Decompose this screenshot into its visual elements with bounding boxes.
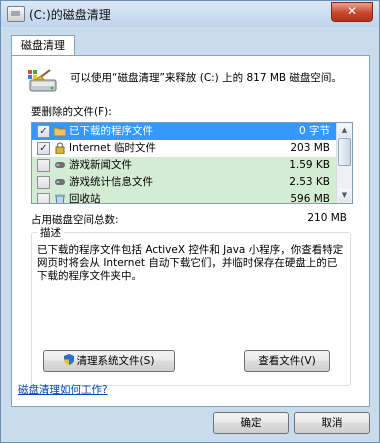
view-files-button[interactable]: 查看文件(V) — [244, 350, 330, 372]
checkbox[interactable] — [37, 159, 50, 172]
recycle-bin-icon — [55, 194, 65, 203]
disk-cleanup-app-icon — [7, 6, 25, 22]
clean-system-files-label: 清理系统文件(S) — [76, 355, 155, 367]
file-name: 游戏统计信息文件 — [69, 176, 153, 188]
file-size: 596 MB — [290, 193, 330, 204]
file-size: 1.59 KB — [289, 159, 330, 171]
scroll-down-arrow-icon[interactable]: ▼ — [338, 189, 351, 202]
scrollbar-thumb[interactable] — [338, 138, 351, 166]
list-item[interactable]: 游戏新闻文件 1.59 KB — [32, 157, 336, 174]
checkbox[interactable] — [37, 193, 50, 203]
description-text: 已下载的程序文件包括 ActiveX 控件和 Java 小程序，你查看特定网页时… — [37, 244, 344, 282]
list-item[interactable]: ✓ 已下载的程序文件 0 字节 — [32, 123, 336, 140]
total-space-value: 210 MB — [307, 212, 347, 224]
help-link[interactable]: 磁盘清理如何工作? — [18, 382, 108, 397]
drive-broom-icon — [28, 69, 57, 92]
clean-system-files-button[interactable]: 清理系统文件(S) — [43, 350, 175, 372]
list-item[interactable]: 游戏统计信息文件 2.53 KB — [32, 174, 336, 191]
title-bar[interactable]: (C:)的磁盘清理 ✕ — [1, 1, 379, 27]
scroll-up-arrow-icon[interactable]: ▲ — [338, 124, 351, 137]
file-name: 已下载的程序文件 — [69, 125, 153, 137]
list-item[interactable]: ✓ Internet 临时文件 203 MB — [32, 140, 336, 157]
list-scrollbar[interactable]: ▲ ▼ — [336, 123, 352, 203]
folder-icon — [54, 127, 66, 137]
intro-text: 可以使用“磁盘清理”来释放 (C:) 上的 817 MB 磁盘空间。 — [70, 72, 342, 84]
file-size: 2.53 KB — [289, 176, 330, 188]
list-item[interactable]: 回收站 596 MB — [32, 191, 336, 204]
file-size: 0 字节 — [298, 125, 330, 137]
window-title: (C:)的磁盘清理 — [29, 8, 111, 22]
checkbox[interactable] — [37, 176, 50, 189]
ok-button[interactable]: 确定 — [213, 412, 289, 434]
description-title: 描述 — [37, 225, 64, 240]
file-name: 回收站 — [69, 193, 101, 204]
file-size: 203 MB — [290, 142, 330, 154]
tab-disk-cleanup[interactable]: 磁盘清理 — [11, 35, 75, 56]
lock-icon — [55, 142, 65, 154]
tab-panel: 可以使用“磁盘清理”来释放 (C:) 上的 817 MB 磁盘空间。 要删除的文… — [11, 55, 370, 407]
uac-shield-icon — [63, 354, 74, 365]
file-name: 游戏新闻文件 — [69, 159, 132, 171]
files-to-delete-label: 要删除的文件(F): — [31, 106, 112, 118]
gamepad-icon — [55, 162, 65, 168]
close-button[interactable]: ✕ — [331, 2, 373, 22]
files-list[interactable]: ✓ 已下载的程序文件 0 字节 ✓ Internet 临时文件 203 MB 游… — [31, 122, 353, 204]
checkbox[interactable]: ✓ — [37, 142, 50, 155]
file-name: Internet 临时文件 — [69, 142, 157, 154]
gamepad-icon — [55, 179, 65, 185]
cancel-button[interactable]: 取消 — [294, 412, 370, 434]
disk-cleanup-window: (C:)的磁盘清理 ✕ 磁盘清理 可以使用“磁盘清理”来释放 (C:) 上的 8… — [0, 0, 380, 443]
checkbox[interactable]: ✓ — [37, 125, 50, 138]
